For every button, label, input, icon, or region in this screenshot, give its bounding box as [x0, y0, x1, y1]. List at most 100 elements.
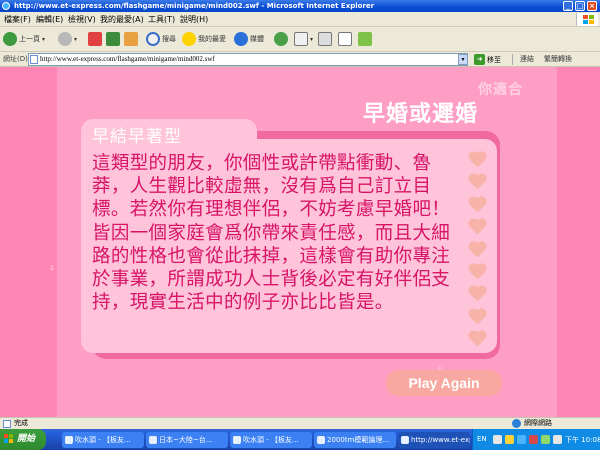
star-icon: [182, 32, 196, 46]
stop-button[interactable]: [88, 30, 102, 48]
back-label: 上一頁: [19, 35, 40, 43]
window-titlebar[interactable]: http://www.et-express.com/flashgame/mini…: [0, 0, 600, 12]
tray-icon[interactable]: [517, 435, 526, 444]
tray-icon[interactable]: [505, 435, 514, 444]
links-button[interactable]: 連結: [520, 54, 534, 64]
taskbar-item[interactable]: 2000tm模範論理...: [314, 432, 396, 448]
edit-document-icon: [338, 32, 352, 46]
tray-icon[interactable]: [529, 435, 538, 444]
play-again-button[interactable]: Play Again: [386, 370, 502, 396]
start-button[interactable]: 開始: [0, 429, 46, 450]
result-title: 早結早著型: [92, 127, 182, 147]
clock: 下午 10:08: [565, 436, 600, 444]
window-icon: [317, 436, 325, 444]
menu-edit[interactable]: 編輯(E): [36, 14, 63, 25]
address-label: 網址(D): [3, 55, 28, 63]
windows-logo-icon: [4, 434, 14, 444]
taskbar-item-label: 2000tm模範論理...: [327, 436, 390, 444]
menu-tools[interactable]: 工具(T): [148, 14, 175, 25]
heart-icon: [468, 219, 486, 235]
heart-icon: [468, 286, 486, 302]
taskbar-item[interactable]: 日本~大陸~台...: [146, 432, 228, 448]
flash-content: z F 你適合 早婚或遲婚 早結早著型 這類型的朋友，你個性或許帶點衝動、魯莽，…: [0, 67, 600, 417]
toolbar: 上一頁 ▾ ▾ 搜尋 我的最愛 媒體 ▾: [0, 27, 600, 52]
address-dropdown-icon[interactable]: ▾: [458, 54, 468, 65]
forward-arrow-icon: [58, 32, 72, 46]
taskbar-item-label: 日本~大陸~台...: [159, 436, 213, 444]
heart-icon: [468, 309, 486, 325]
tray-icon[interactable]: [541, 435, 550, 444]
maximize-button[interactable]: □: [575, 1, 585, 11]
search-label: 搜尋: [162, 35, 176, 43]
taskbar-item-label: 吹水頭 - 【板友...: [75, 436, 131, 444]
mail-button[interactable]: ▾: [294, 30, 313, 48]
tray-icon[interactable]: [493, 435, 502, 444]
go-button[interactable]: ➜ 移至: [474, 53, 501, 66]
menu-file[interactable]: 檔案(F): [4, 14, 31, 25]
taskbar-item-label: http://www.et-expr...: [411, 436, 470, 444]
favorites-label: 我的最愛: [198, 35, 226, 43]
menu-bar: 檔案(F) 編輯(E) 檢視(V) 我的最愛(A) 工具(T) 說明(H): [0, 12, 600, 27]
chevron-down-icon: ▾: [74, 35, 78, 43]
refresh-button[interactable]: [106, 30, 120, 48]
headline-small: 你適合: [478, 82, 523, 98]
address-bar: 網址(D) http://www.et-express.com/flashgam…: [0, 52, 600, 67]
favorites-button[interactable]: 我的最愛: [182, 30, 226, 48]
hearts-column: [468, 152, 490, 354]
media-button[interactable]: 媒體: [234, 30, 264, 48]
go-label: 移至: [487, 55, 501, 64]
chevron-down-icon: ▾: [42, 35, 46, 43]
messenger-button[interactable]: [358, 30, 372, 48]
history-button[interactable]: [274, 30, 288, 48]
go-arrow-icon: ➜: [474, 54, 485, 65]
mail-icon: [294, 32, 308, 46]
back-arrow-icon: [3, 32, 17, 46]
refresh-icon: [106, 32, 120, 46]
internet-explorer-icon: [2, 2, 10, 10]
speaker-icon[interactable]: [553, 435, 562, 444]
globe-icon: [512, 419, 521, 428]
taskbar: 開始 吹水頭 - 【板友... 日本~大陸~台... 吹水頭 - 【板友... …: [0, 429, 600, 450]
window-icon: [149, 436, 157, 444]
translate-button[interactable]: 繁簡轉換: [544, 54, 572, 64]
taskbar-item-label: 吹水頭 - 【板友...: [243, 436, 299, 444]
close-button[interactable]: ×: [587, 1, 597, 11]
taskbar-item[interactable]: 吹水頭 - 【板友...: [62, 432, 144, 448]
language-indicator[interactable]: EN: [477, 435, 487, 443]
chevron-down-icon: ▾: [310, 35, 314, 43]
heart-icon: [468, 331, 486, 347]
edit-button[interactable]: [338, 30, 352, 48]
windows-logo-icon: [576, 13, 598, 26]
print-button[interactable]: [318, 30, 332, 48]
heart-icon: [468, 152, 486, 168]
page-done-icon: [3, 420, 11, 428]
forward-button[interactable]: ▾: [58, 30, 77, 48]
back-button[interactable]: 上一頁 ▾: [3, 30, 45, 48]
menu-favorites[interactable]: 我的最愛(A): [100, 14, 144, 25]
taskbar-item[interactable]: 吹水頭 - 【板友...: [230, 432, 312, 448]
address-input[interactable]: http://www.et-express.com/flashgame/mini…: [28, 53, 468, 66]
home-button[interactable]: [124, 30, 138, 48]
internet-explorer-icon: [401, 436, 409, 444]
heart-icon: [468, 264, 486, 280]
window-icon: [233, 436, 241, 444]
menu-view[interactable]: 檢視(V): [68, 14, 96, 25]
start-label: 開始: [17, 434, 36, 444]
stop-icon: [88, 32, 102, 46]
window-title: http://www.et-express.com/flashgame/mini…: [14, 2, 375, 10]
taskbar-item-active[interactable]: http://www.et-expr...: [398, 432, 470, 448]
media-label: 媒體: [250, 35, 264, 43]
heart-icon: [468, 242, 486, 258]
print-icon: [318, 32, 332, 46]
system-tray: EN 下午 10:08: [472, 429, 600, 450]
search-icon: [146, 32, 160, 46]
minimize-button[interactable]: _: [563, 1, 573, 11]
home-icon: [124, 32, 138, 46]
heart-icon: [468, 197, 486, 213]
status-text: 完成: [14, 419, 28, 427]
result-text: 這類型的朋友，你個性或許帶點衝動、魯莽，人生觀比較虛無，沒有爲自己訂立目標。若然…: [92, 153, 451, 314]
messenger-icon: [358, 32, 372, 46]
search-button[interactable]: 搜尋: [146, 30, 176, 48]
menu-help[interactable]: 說明(H): [180, 14, 208, 25]
page-icon: [30, 55, 38, 64]
